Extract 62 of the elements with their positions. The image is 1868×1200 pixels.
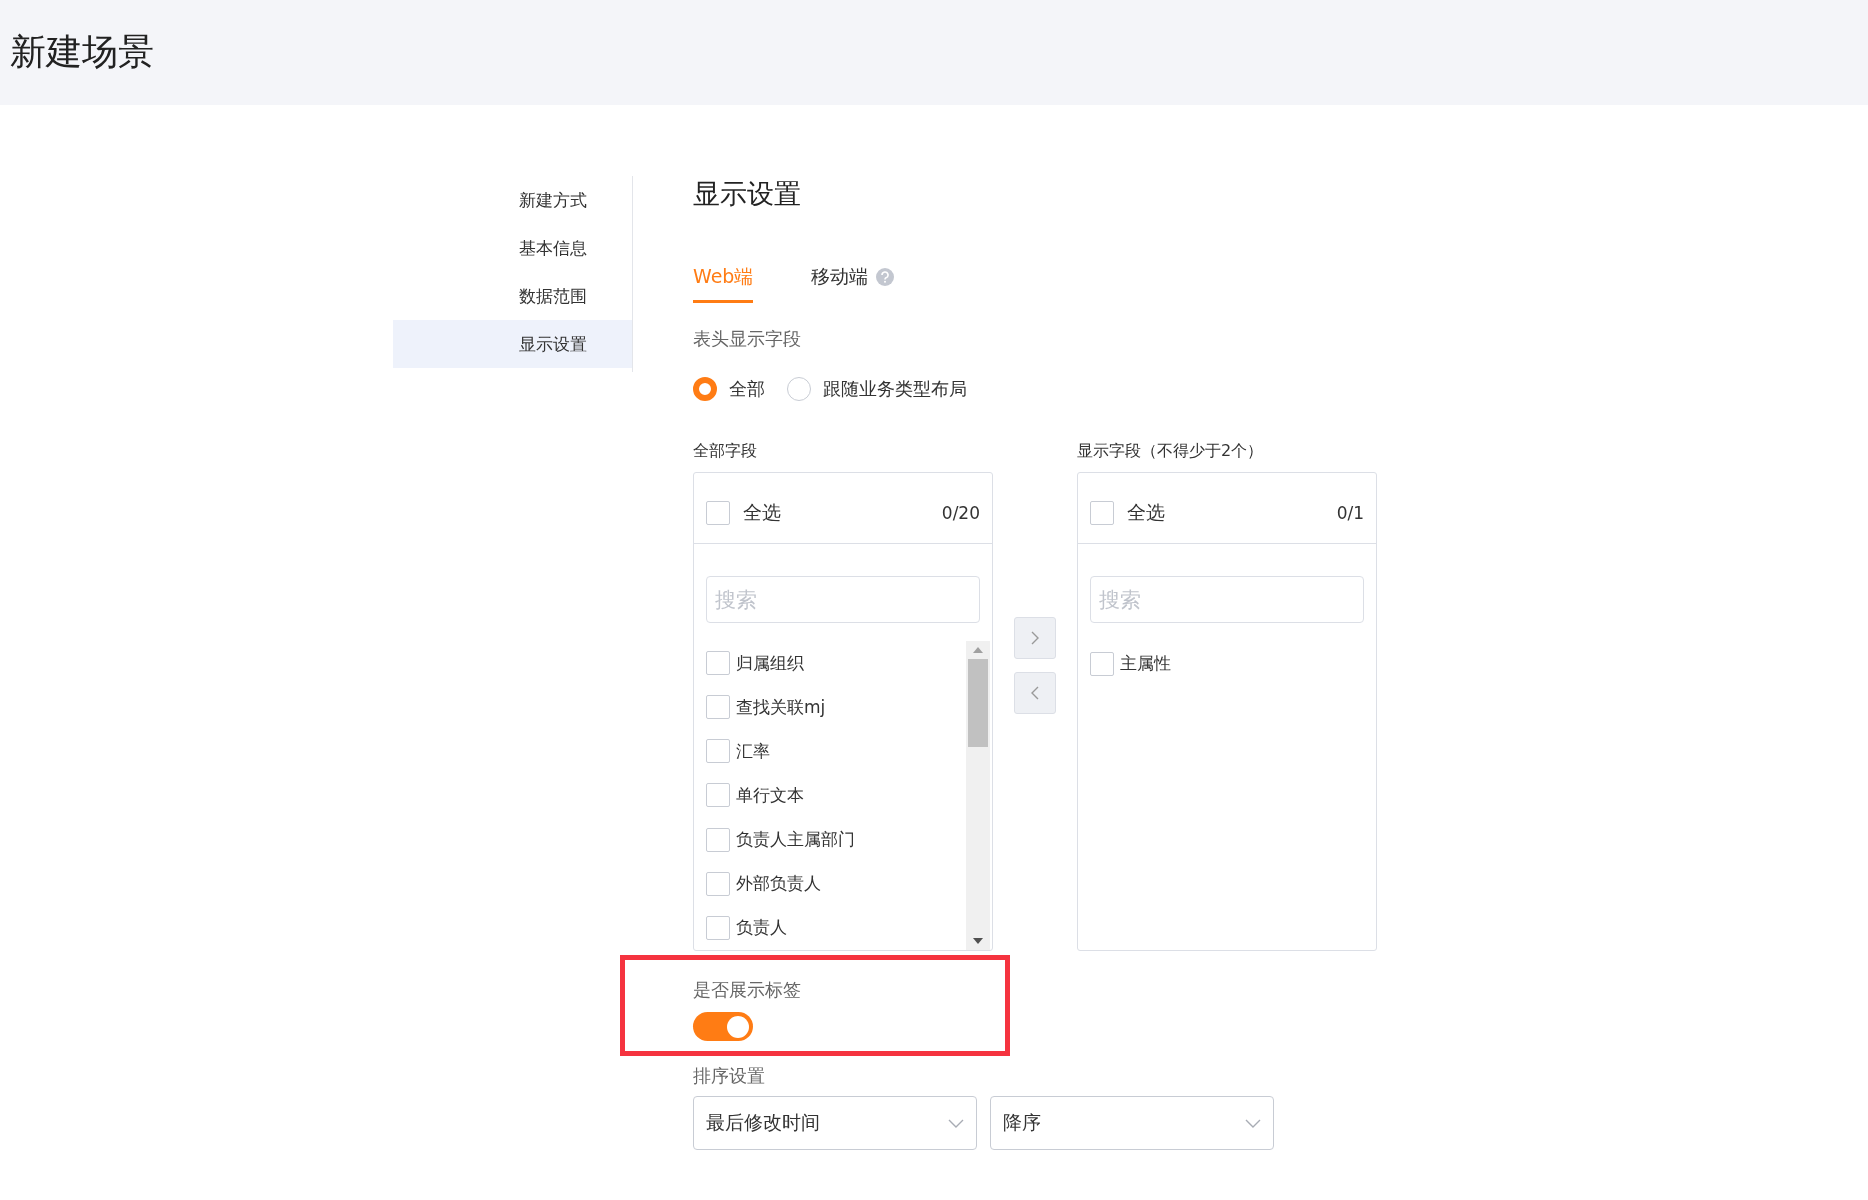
radio-option[interactable]: 全部 — [693, 377, 765, 401]
scroll-down-icon[interactable] — [973, 938, 983, 944]
field-item[interactable]: 负责人 — [694, 905, 966, 950]
radio-option[interactable]: 跟随业务类型布局 — [787, 377, 967, 401]
scroll-thumb[interactable] — [968, 659, 988, 747]
nav-item[interactable]: 数据范围 — [393, 272, 632, 320]
select-all-label: 全选 — [743, 500, 782, 525]
checkbox[interactable] — [706, 695, 730, 720]
radio-icon[interactable] — [693, 377, 717, 401]
help-icon[interactable] — [876, 268, 895, 286]
scrollbar[interactable] — [966, 641, 990, 950]
field-label: 外部负责人 — [736, 872, 821, 896]
field-label: 是否展示标签 — [693, 978, 802, 1002]
checkbox[interactable] — [1090, 651, 1114, 676]
field-item[interactable]: 单行文本 — [694, 773, 966, 818]
page-title: 新建场景 — [10, 30, 154, 74]
field-label: 表头显示字段 — [693, 327, 802, 351]
checkbox[interactable] — [706, 827, 730, 852]
field-label: 汇率 — [736, 739, 770, 763]
field-item[interactable]: 汇率 — [694, 729, 966, 774]
chevron-right-icon — [1030, 630, 1040, 646]
checkbox[interactable] — [706, 871, 730, 896]
scroll-up-icon[interactable] — [973, 647, 983, 653]
chevron-down-icon — [1245, 1118, 1261, 1128]
select-field[interactable]: 最后修改时间 — [693, 1096, 977, 1150]
field-label: 主属性 — [1120, 652, 1171, 675]
field-item[interactable]: 外部负责人 — [694, 861, 966, 906]
field-label: 归属组织 — [736, 651, 804, 675]
checkbox[interactable] — [706, 739, 730, 764]
select-field[interactable]: 降序 — [990, 1096, 1274, 1150]
field-label: 单行文本 — [736, 784, 804, 807]
selection-count: 0/20 — [941, 503, 980, 523]
field-item[interactable]: 主属性 — [1078, 641, 1376, 686]
nav-item[interactable]: 新建方式 — [393, 176, 632, 224]
radio-icon[interactable] — [787, 377, 811, 401]
chevron-left-icon — [1030, 685, 1040, 701]
checkbox[interactable] — [706, 651, 730, 676]
radio-label: 跟随业务类型布局 — [823, 377, 967, 401]
tab[interactable]: 移动端 — [811, 264, 895, 303]
field-label: 查找关联mj — [736, 695, 826, 719]
checkbox[interactable] — [706, 501, 730, 525]
field-label: 排序设置 — [693, 1064, 766, 1088]
checkbox[interactable] — [706, 783, 730, 808]
section-title: 显示设置 — [693, 177, 802, 211]
selection-count: 0/1 — [1336, 503, 1364, 523]
toggle-switch[interactable] — [693, 1012, 753, 1041]
checkbox[interactable] — [706, 915, 730, 940]
field-item[interactable]: 负责人主属部门 — [694, 817, 966, 862]
search-field[interactable]: 搜索 — [706, 576, 980, 623]
panel-label: 显示字段（不得少于2个） — [1077, 441, 1265, 462]
select-all-label: 全选 — [1127, 500, 1166, 525]
nav-item[interactable]: 显示设置 — [393, 320, 632, 368]
checkbox[interactable] — [1090, 501, 1114, 525]
nav-item[interactable]: 基本信息 — [393, 224, 632, 272]
search-field[interactable]: 搜索 — [1090, 576, 1364, 623]
panel-label: 全部字段 — [693, 441, 758, 462]
chevron-down-icon — [948, 1118, 964, 1128]
radio-label: 全部 — [729, 377, 765, 401]
field-item[interactable]: 查找关联mj — [694, 685, 966, 730]
field-label: 负责人主属部门 — [736, 828, 855, 852]
field-item[interactable]: 归属组织 — [694, 641, 966, 686]
field-label: 负责人 — [736, 916, 787, 940]
